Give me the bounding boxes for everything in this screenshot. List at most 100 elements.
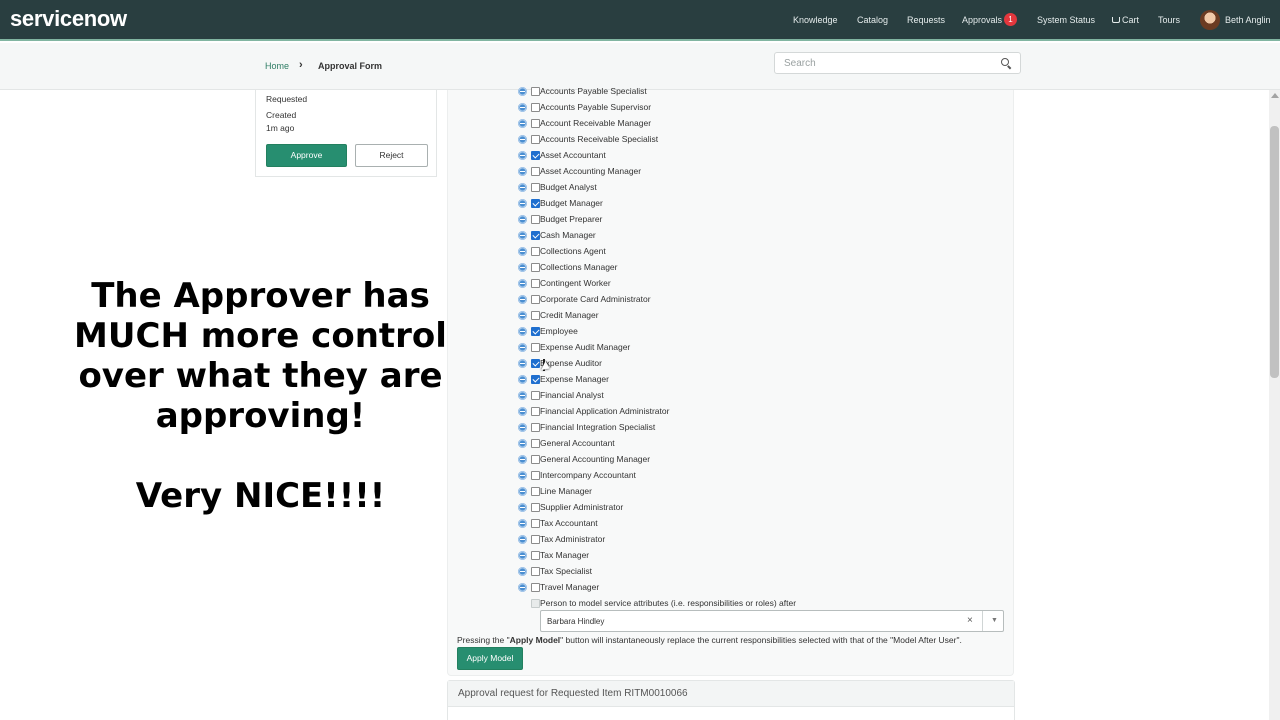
role-checkbox[interactable] xyxy=(531,167,540,176)
role-row[interactable]: Financial Application Administrator xyxy=(518,404,918,420)
scrollbar-thumb[interactable] xyxy=(1270,126,1279,378)
role-row[interactable]: Collections Agent xyxy=(518,244,918,260)
role-row[interactable]: Budget Preparer xyxy=(518,212,918,228)
search-input[interactable] xyxy=(784,56,984,71)
info-icon[interactable] xyxy=(518,503,527,512)
approve-button[interactable]: Approve xyxy=(266,144,347,167)
nav-knowledge[interactable]: Knowledge xyxy=(793,0,838,41)
role-checkbox[interactable] xyxy=(531,311,540,320)
info-icon[interactable] xyxy=(518,391,527,400)
role-row[interactable]: Financial Analyst xyxy=(518,388,918,404)
info-icon[interactable] xyxy=(518,311,527,320)
info-icon[interactable] xyxy=(518,471,527,480)
nav-catalog[interactable]: Catalog xyxy=(857,0,888,41)
role-row[interactable]: Budget Manager xyxy=(518,196,918,212)
info-icon[interactable] xyxy=(518,103,527,112)
role-checkbox[interactable] xyxy=(531,263,540,272)
role-row[interactable]: Supplier Administrator xyxy=(518,500,918,516)
role-row[interactable]: Accounts Payable Supervisor xyxy=(518,100,918,116)
role-checkbox[interactable] xyxy=(531,519,540,528)
nav-system-status[interactable]: System Status xyxy=(1037,0,1095,41)
model-user-select[interactable]: Barbara Hindley × ▼ xyxy=(540,610,1004,632)
info-icon[interactable] xyxy=(518,231,527,240)
info-icon[interactable] xyxy=(518,423,527,432)
role-row[interactable]: Collections Manager xyxy=(518,260,918,276)
role-checkbox[interactable] xyxy=(531,231,540,240)
reject-button[interactable]: Reject xyxy=(355,144,428,167)
info-icon[interactable] xyxy=(518,247,527,256)
role-checkbox[interactable] xyxy=(531,103,540,112)
role-checkbox[interactable] xyxy=(531,391,540,400)
role-row[interactable]: Contingent Worker xyxy=(518,276,918,292)
role-row[interactable]: Intercompany Accountant xyxy=(518,468,918,484)
role-row[interactable]: Employee xyxy=(518,324,918,340)
role-checkbox[interactable] xyxy=(531,359,540,368)
nav-tours[interactable]: Tours xyxy=(1158,0,1180,41)
apply-model-button[interactable]: Apply Model xyxy=(457,647,523,670)
nav-cart[interactable]: Cart xyxy=(1112,0,1139,41)
role-row[interactable]: Budget Analyst xyxy=(518,180,918,196)
info-icon[interactable] xyxy=(518,263,527,272)
role-row[interactable]: Cash Manager xyxy=(518,228,918,244)
role-checkbox[interactable] xyxy=(531,119,540,128)
role-checkbox[interactable] xyxy=(531,215,540,224)
breadcrumb-home[interactable]: Home xyxy=(265,61,289,71)
role-row[interactable]: Tax Manager xyxy=(518,548,918,564)
info-icon[interactable] xyxy=(518,199,527,208)
role-checkbox[interactable] xyxy=(531,407,540,416)
role-row[interactable]: Credit Manager xyxy=(518,308,918,324)
role-checkbox[interactable] xyxy=(531,551,540,560)
role-checkbox[interactable] xyxy=(531,327,540,336)
role-row[interactable]: Expense Auditor xyxy=(518,356,918,372)
info-icon[interactable] xyxy=(518,327,527,336)
role-checkbox[interactable] xyxy=(531,295,540,304)
role-checkbox[interactable] xyxy=(531,135,540,144)
info-icon[interactable] xyxy=(518,151,527,160)
role-row[interactable]: Tax Accountant xyxy=(518,516,918,532)
role-checkbox[interactable] xyxy=(531,247,540,256)
role-checkbox[interactable] xyxy=(531,583,540,592)
role-row[interactable]: Accounts Payable Specialist xyxy=(518,84,918,100)
info-icon[interactable] xyxy=(518,183,527,192)
servicenow-logo[interactable]: servicenow xyxy=(10,6,127,32)
role-row[interactable]: Asset Accountant xyxy=(518,148,918,164)
role-checkbox[interactable] xyxy=(531,375,540,384)
nav-approvals[interactable]: Approvals 1 xyxy=(962,0,1018,41)
role-row[interactable]: Travel Manager xyxy=(518,580,918,596)
role-checkbox[interactable] xyxy=(531,487,540,496)
scroll-up-arrow-icon[interactable] xyxy=(1271,93,1279,98)
info-icon[interactable] xyxy=(518,439,527,448)
info-icon[interactable] xyxy=(518,279,527,288)
role-checkbox[interactable] xyxy=(531,535,540,544)
info-icon[interactable] xyxy=(518,407,527,416)
role-row[interactable]: Expense Audit Manager xyxy=(518,340,918,356)
chevron-down-icon[interactable]: ▼ xyxy=(991,617,998,624)
info-icon[interactable] xyxy=(518,551,527,560)
info-icon[interactable] xyxy=(518,343,527,352)
role-checkbox[interactable] xyxy=(531,503,540,512)
info-icon[interactable] xyxy=(518,487,527,496)
info-icon[interactable] xyxy=(518,359,527,368)
info-icon[interactable] xyxy=(518,535,527,544)
role-checkbox[interactable] xyxy=(531,439,540,448)
role-checkbox[interactable] xyxy=(531,279,540,288)
role-row[interactable]: Tax Specialist xyxy=(518,564,918,580)
role-row[interactable]: Accounts Receivable Specialist xyxy=(518,132,918,148)
nav-user-name[interactable]: Beth Anglin xyxy=(1225,0,1271,41)
info-icon[interactable] xyxy=(518,375,527,384)
search-icon[interactable] xyxy=(1001,58,1009,66)
role-row[interactable]: Financial Integration Specialist xyxy=(518,420,918,436)
info-icon[interactable] xyxy=(518,455,527,464)
info-icon[interactable] xyxy=(518,87,527,96)
role-row[interactable]: Line Manager xyxy=(518,484,918,500)
info-icon[interactable] xyxy=(518,167,527,176)
role-row[interactable]: Account Receivable Manager xyxy=(518,116,918,132)
role-checkbox[interactable] xyxy=(531,567,540,576)
info-icon[interactable] xyxy=(518,215,527,224)
role-row[interactable]: General Accountant xyxy=(518,436,918,452)
info-icon[interactable] xyxy=(518,519,527,528)
nav-requests[interactable]: Requests xyxy=(907,0,945,41)
role-checkbox[interactable] xyxy=(531,87,540,96)
role-row[interactable]: Corporate Card Administrator xyxy=(518,292,918,308)
role-row[interactable]: Expense Manager xyxy=(518,372,918,388)
